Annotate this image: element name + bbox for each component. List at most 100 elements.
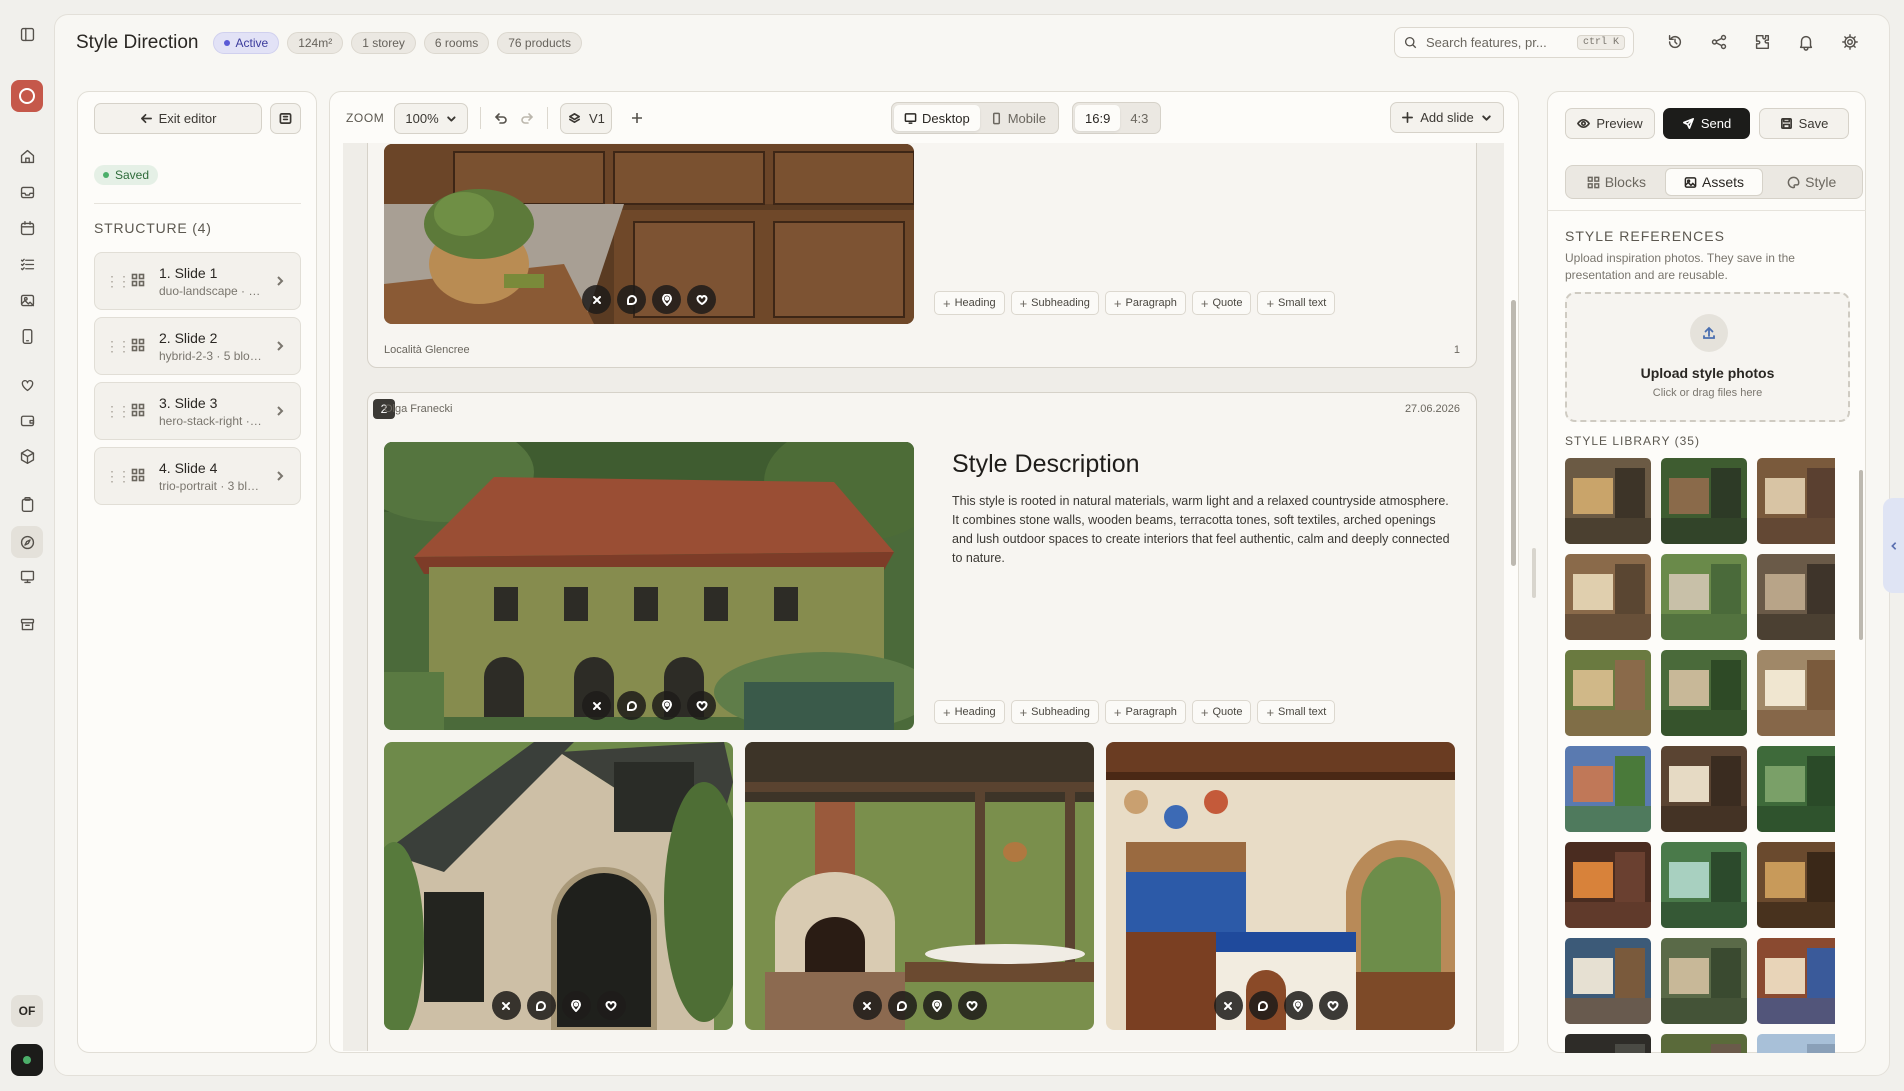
share-icon[interactable] [1708,31,1730,53]
style-library-thumbnail[interactable] [1565,554,1651,640]
drag-handle-icon[interactable]: ⋮⋮ [105,273,131,290]
search-input[interactable]: Search features, pr... ctrl K [1394,27,1634,58]
style-library-thumbnail[interactable] [1661,458,1747,544]
heart-icon[interactable] [596,991,626,1020]
remove-icon[interactable] [491,991,521,1020]
location-pin-icon[interactable] [561,991,591,1020]
structure-item-slide-2[interactable]: ⋮⋮ 2. Slide 2 hybrid-2-3 · 5 blocks [94,317,301,375]
mobile-toggle[interactable]: Mobile [980,105,1056,131]
add-small-text-button[interactable]: Small text [1257,291,1336,315]
inbox-icon[interactable] [17,182,37,202]
resize-handle[interactable] [1532,548,1536,598]
location-pin-icon[interactable] [652,285,681,314]
style-library-thumbnail[interactable] [1565,746,1651,832]
redo-icon[interactable] [521,111,535,125]
tab-style[interactable]: Style [1763,168,1860,196]
compass-icon[interactable] [11,526,43,558]
preview-button[interactable]: Preview [1565,108,1655,139]
slide-title[interactable]: Style Description [952,450,1140,479]
style-library-thumbnail[interactable] [1757,842,1835,928]
desktop-toggle[interactable]: Desktop [894,105,980,131]
upload-dropzone[interactable]: Upload style photos Click or drag files … [1565,292,1850,422]
library-scrollbar[interactable] [1859,470,1863,640]
save-button[interactable]: Save [1759,108,1849,139]
image-icon[interactable] [17,290,37,310]
undo-icon[interactable] [493,111,508,125]
tablet-icon[interactable] [17,326,37,346]
remove-icon[interactable] [582,691,611,720]
comment-icon[interactable] [1248,991,1278,1020]
style-library-thumbnail[interactable] [1661,650,1747,736]
user-avatar[interactable]: OF [11,995,43,1027]
style-library-thumbnail[interactable] [1757,554,1835,640]
drag-handle-icon[interactable]: ⋮⋮ [105,468,131,485]
style-library-thumbnail[interactable] [1565,458,1651,544]
structure-item-slide-4[interactable]: ⋮⋮ 4. Slide 4 trio-portrait · 3 blocks [94,447,301,505]
send-button[interactable]: Send [1663,108,1750,139]
drag-handle-icon[interactable]: ⋮⋮ [105,338,131,355]
status-indicator[interactable] [11,1044,43,1076]
comment-icon[interactable] [617,285,646,314]
ivy-villa-photo[interactable] [384,442,914,730]
style-library-thumbnail[interactable] [1757,746,1835,832]
style-library-thumbnail[interactable] [1565,650,1651,736]
drag-handle-icon[interactable]: ⋮⋮ [105,403,131,420]
heart-icon[interactable] [957,991,987,1020]
presentation-icon[interactable] [17,566,37,586]
style-library-thumbnail[interactable] [1661,554,1747,640]
expand-panel-tab[interactable] [1883,498,1904,593]
remove-icon[interactable] [852,991,882,1020]
ratio-4-3-toggle[interactable]: 4:3 [1120,105,1158,131]
style-library-thumbnail[interactable] [1757,938,1835,1024]
ratio-16-9-toggle[interactable]: 16:9 [1075,105,1121,131]
comment-icon[interactable] [887,991,917,1020]
heart-icon[interactable] [1318,991,1348,1020]
add-subheading-button[interactable]: Subheading [1010,291,1099,315]
add-small-text-button[interactable]: Small text [1257,700,1336,724]
sidebar-toggle-icon[interactable] [17,24,37,44]
gear-icon[interactable] [1839,31,1861,53]
style-library-thumbnail[interactable] [1565,842,1651,928]
tab-blocks[interactable]: Blocks [1568,168,1665,196]
clipboard-icon[interactable] [17,494,37,514]
add-paragraph-button[interactable]: Paragraph [1104,291,1186,315]
style-library-thumbnail[interactable] [1757,458,1835,544]
style-library-thumbnail[interactable] [1661,842,1747,928]
add-heading-button[interactable]: Heading [934,700,1005,724]
style-library-thumbnail[interactable] [1565,938,1651,1024]
heart-icon[interactable] [687,285,716,314]
remove-icon[interactable] [1213,991,1243,1020]
home-icon[interactable] [17,146,37,166]
style-library-thumbnail[interactable] [1661,938,1747,1024]
style-library-thumbnail[interactable] [1757,650,1835,736]
location-pin-icon[interactable] [922,991,952,1020]
add-version-icon[interactable] [630,111,644,125]
slide-2[interactable]: 2 Olga Franecki 27.06.2026 Style Descrip… [367,392,1477,1051]
checklist-icon[interactable] [17,254,37,274]
heart-icon[interactable] [17,374,37,394]
add-heading-button[interactable]: Heading [934,291,1005,315]
structure-item-slide-3[interactable]: ⋮⋮ 3. Slide 3 hero-stack-right · 4 blocks [94,382,301,440]
stone-cottage-photo[interactable] [384,742,733,1030]
pergola-oven-photo[interactable] [745,742,1094,1030]
app-logo[interactable] [11,80,43,112]
history-icon[interactable] [1664,31,1686,53]
add-subheading-button[interactable]: Subheading [1010,700,1099,724]
zoom-select[interactable]: 100% [394,102,469,134]
wallet-icon[interactable] [17,410,37,430]
add-quote-button[interactable]: Quote [1191,700,1252,724]
add-slide-button[interactable]: Add slide [1390,102,1504,133]
kitchen-cabinet-photo[interactable] [384,144,914,324]
tab-assets[interactable]: Assets [1664,168,1764,196]
version-button[interactable]: V1 [560,102,613,134]
heart-icon[interactable] [687,691,716,720]
bell-icon[interactable] [1795,31,1817,53]
comment-icon[interactable] [617,691,646,720]
remove-icon[interactable] [582,285,611,314]
slide-description[interactable]: This style is rooted in natural material… [952,492,1452,568]
style-library-thumbnail[interactable] [1757,1034,1835,1053]
tiled-kitchen-photo[interactable] [1106,742,1455,1030]
style-library-thumbnail[interactable] [1661,1034,1747,1053]
location-pin-icon[interactable] [1283,991,1313,1020]
style-library-thumbnail[interactable] [1565,1034,1651,1053]
